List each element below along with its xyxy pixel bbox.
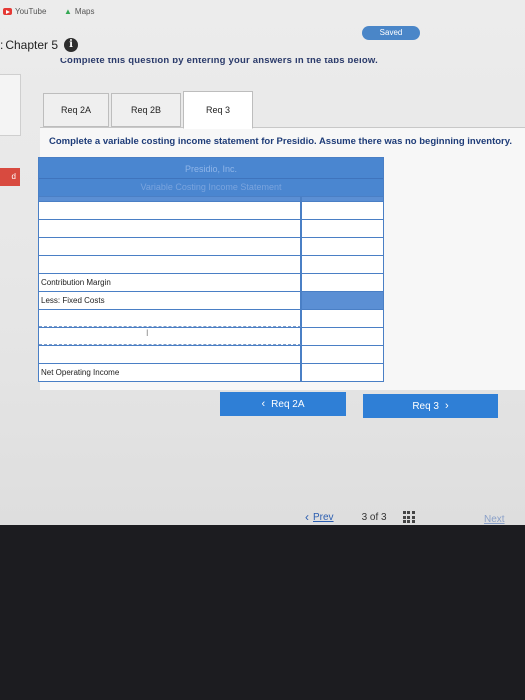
row-label-input[interactable] xyxy=(39,328,301,345)
statement-header: Presidio, Inc. Variable Costing Income S… xyxy=(39,158,383,196)
table-row xyxy=(39,220,383,237)
bookmarks-bar: YouTube ▲ Maps xyxy=(0,0,525,22)
prev-req-button[interactable]: ‹ Req 2A xyxy=(220,392,346,416)
income-statement-table: Presidio, Inc. Variable Costing Income S… xyxy=(38,157,384,382)
maps-icon: ▲ xyxy=(64,6,72,16)
table-row xyxy=(39,346,383,363)
bookmark-youtube[interactable]: YouTube xyxy=(3,7,46,16)
prev-link[interactable]: Prev xyxy=(313,512,334,523)
table-row-contribution-margin: Contribution Margin xyxy=(39,274,383,291)
table-row-net-operating-income: Net Operating Income xyxy=(39,364,383,381)
grid-icon[interactable] xyxy=(402,511,415,523)
row-label-input[interactable] xyxy=(39,256,301,273)
table-row xyxy=(39,256,383,273)
left-side-panel xyxy=(0,74,21,136)
row-label-input[interactable] xyxy=(39,220,301,237)
chapter-colon: : xyxy=(0,38,4,52)
info-icon[interactable]: i xyxy=(64,38,79,52)
text-cursor-icon: I xyxy=(146,328,149,338)
row-amount-input[interactable] xyxy=(302,202,383,219)
row-amount-input[interactable] xyxy=(302,238,383,255)
statement-title: Variable Costing Income Statement xyxy=(140,182,282,192)
chapter-title: Chapter 5 xyxy=(5,38,59,52)
header-divider xyxy=(39,178,383,179)
row-amount-input[interactable] xyxy=(302,346,383,363)
tab-req-2a[interactable]: Req 2A xyxy=(43,93,109,127)
pager: ‹ Prev 3 of 3 xyxy=(305,510,415,524)
next-req-label: Req 3 xyxy=(412,400,439,412)
spacer-row xyxy=(39,197,383,201)
next-link[interactable]: Next xyxy=(484,514,505,525)
row-label-input[interactable] xyxy=(39,310,301,327)
page-of: of xyxy=(369,511,379,523)
fixed-costs-amount[interactable] xyxy=(302,292,383,309)
question-text: Complete a variable costing income state… xyxy=(49,136,512,147)
youtube-icon xyxy=(3,8,12,15)
instruction-text: Complete this question by entering your … xyxy=(60,55,378,66)
chapter-header: : Chapter 5 i xyxy=(0,38,79,52)
statement-company: Presidio, Inc. xyxy=(184,164,238,174)
next-req-button[interactable]: Req 3 › xyxy=(363,394,498,418)
bookmark-maps-label: Maps xyxy=(74,7,95,16)
contribution-margin-amount[interactable] xyxy=(302,274,383,291)
left-side-tab[interactable]: d xyxy=(0,168,20,186)
fixed-costs-label: Less: Fixed Costs xyxy=(39,292,301,309)
row-amount-input[interactable] xyxy=(302,310,383,327)
page-total: 3 xyxy=(381,511,387,523)
screen: YouTube ▲ Maps Saved : Chapter 5 i Compl… xyxy=(0,0,525,525)
row-label-input[interactable] xyxy=(39,346,301,363)
tab-req-3[interactable]: Req 3 xyxy=(183,91,253,129)
bookmark-maps[interactable]: ▲ Maps xyxy=(64,7,94,16)
chevron-right-icon: › xyxy=(445,400,449,412)
table-row xyxy=(39,202,383,219)
row-amount-input[interactable] xyxy=(302,328,383,345)
row-label-input[interactable] xyxy=(39,238,301,255)
table-row xyxy=(39,310,383,327)
table-row-less-fixed-costs: Less: Fixed Costs xyxy=(39,292,383,309)
chevron-left-icon[interactable]: ‹ xyxy=(305,510,309,524)
table-row xyxy=(39,238,383,255)
row-label-input[interactable] xyxy=(39,202,301,219)
page-current: 3 xyxy=(361,511,368,523)
row-amount-input[interactable] xyxy=(302,256,383,273)
saved-badge: Saved xyxy=(362,26,420,40)
net-operating-income-amount[interactable] xyxy=(302,364,383,381)
tab-req-2b[interactable]: Req 2B xyxy=(111,93,181,127)
net-operating-income-label: Net Operating Income xyxy=(39,364,301,381)
chevron-left-icon: ‹ xyxy=(261,398,266,410)
row-amount-input[interactable] xyxy=(302,220,383,237)
page-indicator: 3 of 3 xyxy=(362,512,387,523)
contribution-margin-label: Contribution Margin xyxy=(39,274,301,291)
table-row xyxy=(39,328,383,345)
bookmark-youtube-label: YouTube xyxy=(15,7,47,16)
prev-req-label: Req 2A xyxy=(271,398,305,410)
